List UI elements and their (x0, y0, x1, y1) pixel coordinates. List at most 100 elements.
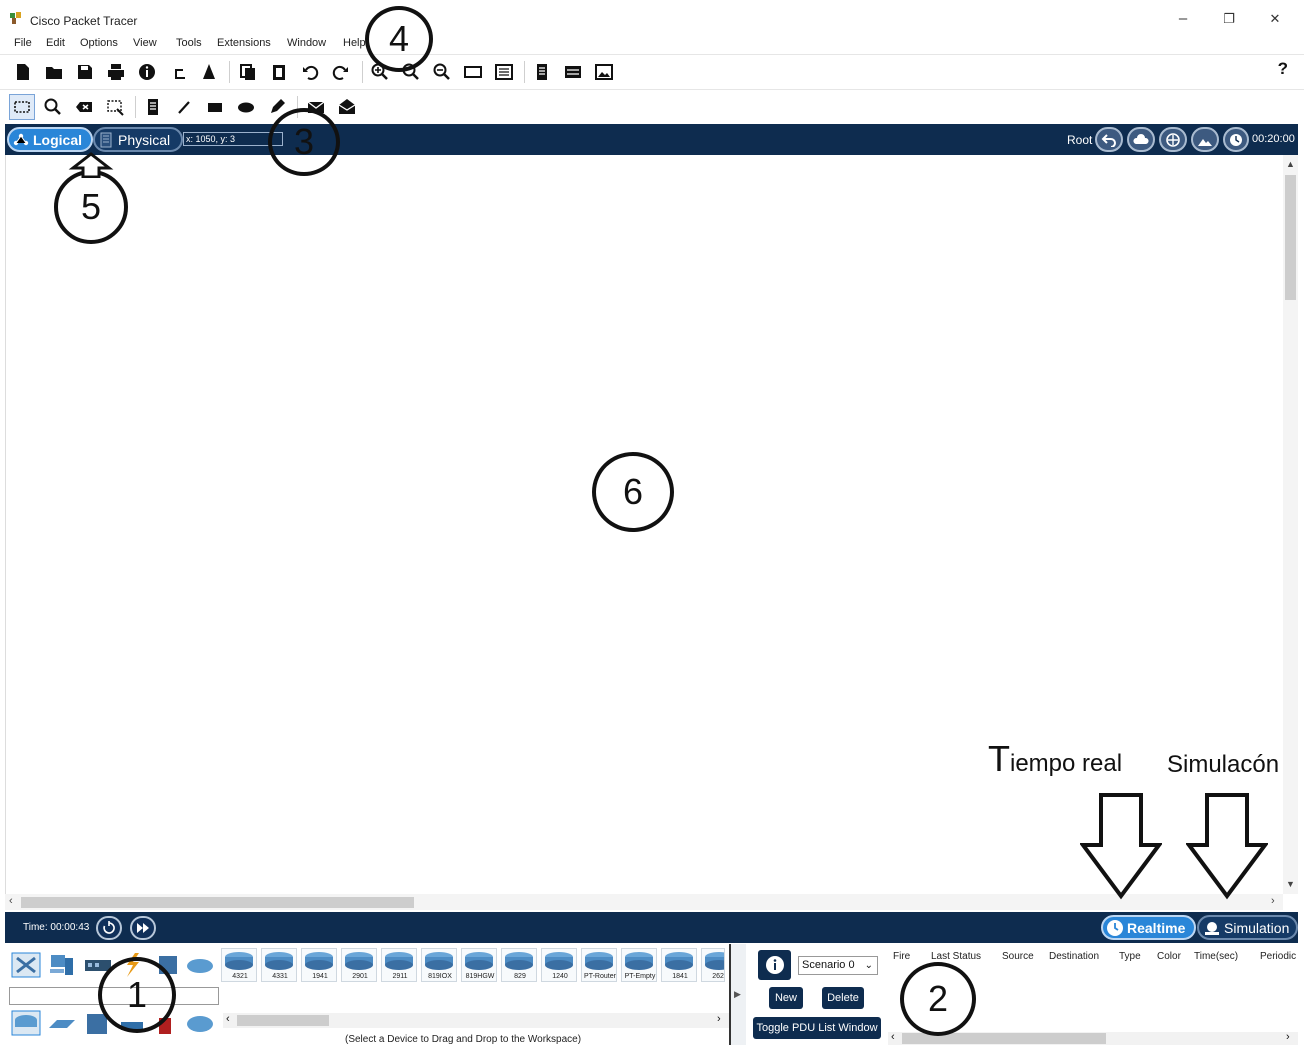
select-tool-icon[interactable] (9, 94, 35, 120)
zoom-out-icon[interactable] (430, 60, 454, 84)
pdu-column-color: Color (1157, 951, 1181, 962)
device-scroll-thumb[interactable] (237, 1015, 329, 1026)
set-tiled-background-icon[interactable] (1191, 127, 1219, 152)
device-router-2901[interactable]: 2901 (341, 948, 377, 982)
paste-icon[interactable] (267, 60, 291, 84)
multiuser-connection-icon[interactable] (185, 952, 215, 978)
drawing-palette-icon[interactable] (461, 60, 485, 84)
new-cluster-icon[interactable] (1127, 127, 1155, 152)
device-list-scrollbar[interactable]: ‹ › (223, 1013, 729, 1028)
custom-devices-dialog-icon[interactable] (492, 60, 516, 84)
pdu-list-icon[interactable] (530, 60, 554, 84)
device-pt-empty[interactable]: PT-Empty (621, 948, 657, 982)
minimize-button[interactable]: – (1168, 8, 1198, 30)
viewport-icon[interactable] (1223, 127, 1249, 152)
device-router-829[interactable]: 829 (501, 948, 537, 982)
expand-arrow-icon[interactable]: ▶ (734, 989, 741, 1000)
new-file-icon[interactable] (11, 60, 35, 84)
menu-window[interactable]: Window (287, 37, 326, 49)
maximize-button[interactable]: ❐ (1214, 8, 1244, 30)
device-router-1841[interactable]: 1841 (661, 948, 697, 982)
panel-splitter[interactable]: ▶ (729, 944, 746, 1045)
tool-toolbar (0, 89, 1304, 123)
help-button[interactable]: ? (1278, 59, 1288, 79)
physical-view-tab[interactable]: Physical (93, 127, 183, 152)
device-router-1941[interactable]: 1941 (301, 948, 337, 982)
scroll-left-icon[interactable]: ‹ (9, 895, 13, 907)
annotation-tiempo-real: Tiempo real (988, 738, 1122, 780)
device-router-1240[interactable]: 1240 (541, 948, 577, 982)
scenario-info-button[interactable] (758, 950, 791, 980)
device-router-4321[interactable]: 4331 (261, 948, 297, 982)
routers-subcategory-icon[interactable] (11, 1010, 41, 1036)
device-model-label: PT-Router (584, 973, 616, 980)
device-model-label: 1841 (672, 973, 688, 980)
horizontal-scroll-thumb[interactable] (21, 897, 414, 908)
realtime-mode-tab[interactable]: Realtime (1101, 915, 1196, 940)
device-router-4221[interactable]: 4321 (221, 948, 257, 982)
resize-shape-icon[interactable] (103, 95, 127, 119)
device-model-label: 4331 (272, 973, 288, 980)
draw-line-icon[interactable] (172, 95, 196, 119)
open-folder-icon[interactable] (42, 60, 66, 84)
workspace-vertical-scrollbar[interactable]: ▲ ▼ (1283, 155, 1298, 894)
custom-device-icon[interactable] (197, 60, 221, 84)
delete-tool-icon[interactable] (72, 95, 96, 119)
info-icon (765, 956, 784, 974)
device-pt-router[interactable]: PT-Router (581, 948, 617, 982)
menu-help[interactable]: Help (343, 37, 366, 49)
new-scenario-button[interactable]: New (769, 987, 803, 1009)
toggle-pdu-list-button[interactable]: Toggle PDU List Window (753, 1017, 881, 1039)
undo-icon[interactable] (298, 60, 322, 84)
end-devices-category-icon[interactable] (47, 952, 77, 978)
place-note-icon[interactable] (141, 95, 165, 119)
ipc-icon[interactable] (561, 60, 585, 84)
menu-edit[interactable]: Edit (46, 37, 65, 49)
scenario-select[interactable]: Scenario 0 ⌄ (798, 956, 878, 975)
delete-scenario-button[interactable]: Delete (822, 987, 864, 1009)
scroll-right-icon[interactable]: › (1286, 1031, 1290, 1043)
menu-view[interactable]: View (133, 37, 157, 49)
activity-wizard-icon[interactable] (135, 60, 159, 84)
copy-icon[interactable] (236, 60, 260, 84)
wan-emulation-subcategory-icon[interactable] (185, 1010, 215, 1036)
draw-rectangle-icon[interactable] (203, 95, 227, 119)
device-router-2620[interactable]: 2620 (701, 948, 725, 982)
device-router-819iox[interactable]: 819IOX (421, 948, 457, 982)
scroll-left-icon[interactable]: ‹ (226, 1013, 230, 1025)
pdu-column-time: Time(sec) (1194, 951, 1239, 962)
scroll-down-icon[interactable]: ▼ (1286, 879, 1295, 889)
device-router-2911[interactable]: 2911 (381, 948, 417, 982)
inspect-tool-icon[interactable] (41, 95, 65, 119)
scroll-right-icon[interactable]: › (717, 1013, 721, 1025)
redo-icon[interactable] (329, 60, 353, 84)
web-view-icon[interactable] (592, 60, 616, 84)
network-info-icon[interactable] (166, 60, 190, 84)
close-button[interactable]: ✕ (1260, 8, 1290, 30)
back-navigation-icon[interactable] (1095, 127, 1123, 152)
menu-options[interactable]: Options (80, 37, 118, 49)
menu-extensions[interactable]: Extensions (217, 37, 271, 49)
draw-ellipse-icon[interactable] (234, 95, 258, 119)
realtime-label: Realtime (1127, 919, 1186, 936)
scroll-left-icon[interactable]: ‹ (891, 1031, 895, 1043)
annotation-1: 1 (98, 957, 176, 1033)
menu-file[interactable]: File (14, 37, 32, 49)
print-icon[interactable] (104, 60, 128, 84)
power-cycle-devices-icon[interactable] (96, 916, 122, 940)
pdu-column-last-status: Last Status (931, 951, 982, 962)
simulation-mode-tab[interactable]: Simulation (1197, 915, 1298, 940)
realtime-clock-icon (1107, 919, 1123, 936)
network-devices-category-icon[interactable] (11, 952, 41, 978)
scroll-right-icon[interactable]: › (1271, 895, 1275, 907)
add-complex-pdu-icon[interactable] (335, 95, 359, 119)
fast-forward-time-icon[interactable] (130, 916, 156, 940)
menu-tools[interactable]: Tools (176, 37, 202, 49)
scroll-up-icon[interactable]: ▲ (1286, 159, 1295, 169)
vertical-scroll-thumb[interactable] (1285, 175, 1296, 300)
switches-subcategory-icon[interactable] (47, 1010, 77, 1036)
logical-view-tab[interactable]: Logical (7, 127, 93, 152)
device-router-819hgw[interactable]: 819HGW (461, 948, 497, 982)
move-object-icon[interactable] (1159, 127, 1187, 152)
save-icon[interactable] (73, 60, 97, 84)
